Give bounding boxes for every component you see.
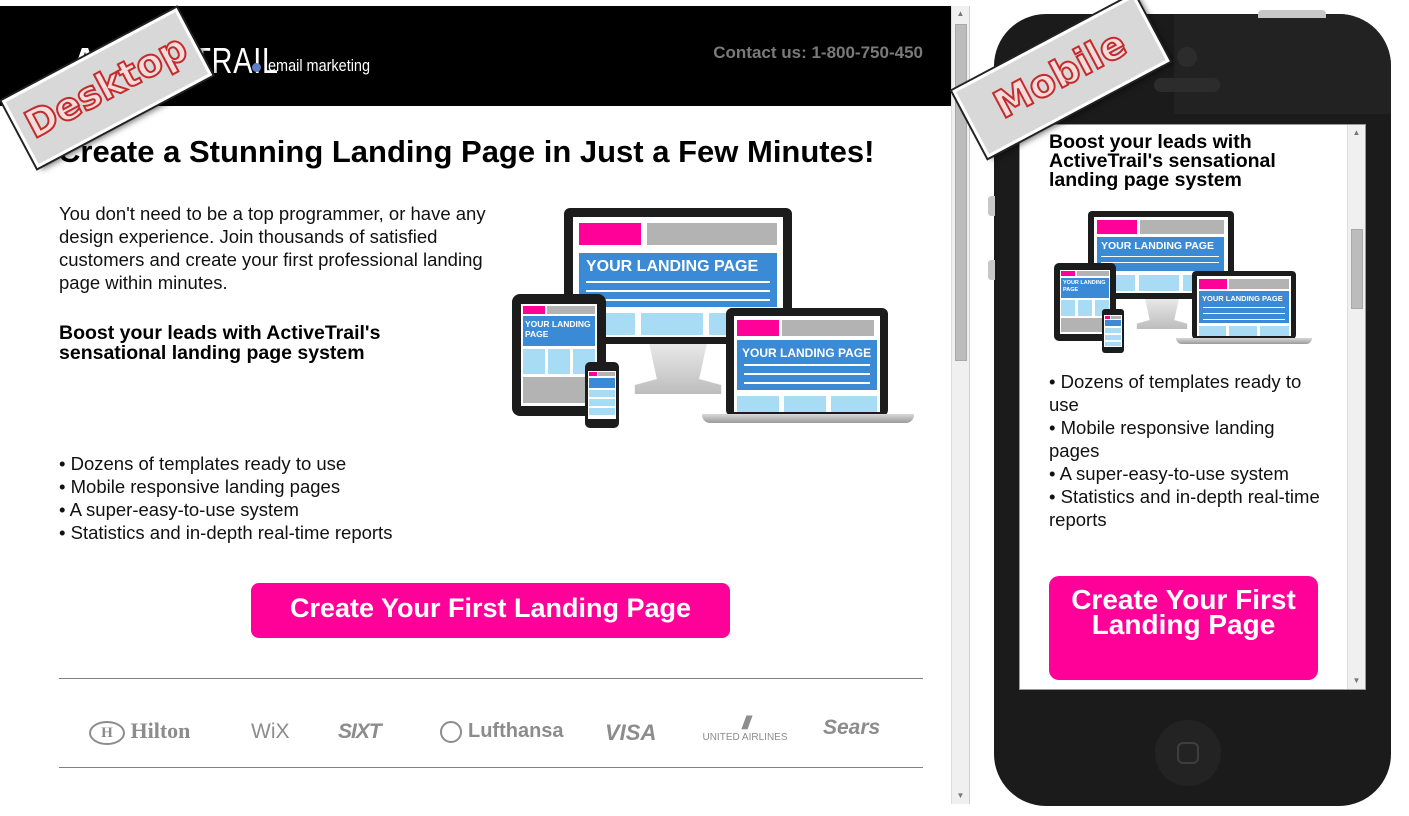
earpiece-speaker bbox=[1154, 78, 1220, 92]
feature-item: • Statistics and in-depth real-time repo… bbox=[1049, 486, 1320, 530]
phone-device bbox=[585, 362, 619, 428]
client-logos: H Hilton WiX SIXT Lufthansa VISA /// UNI… bbox=[59, 706, 923, 766]
mobile-content: Boost your leads with ActiveTrail's sens… bbox=[1020, 125, 1348, 689]
feature-list: • Dozens of templates ready to use • Mob… bbox=[59, 452, 392, 544]
mobile-screen: Boost your leads with ActiveTrail's sens… bbox=[1019, 124, 1366, 690]
lufthansa-crane-icon bbox=[440, 720, 462, 743]
comparison-stage: ACTIVETRAIL email marketing Contact us: … bbox=[0, 0, 1409, 816]
home-square-icon bbox=[1177, 742, 1199, 764]
mobile-devices-illustration: YOUR LANDING PAGE YOUR LANDING PAGE YOUR… bbox=[1054, 211, 1316, 353]
intro-paragraph: You don't need to be a top programmer, o… bbox=[59, 203, 486, 293]
laptop-base bbox=[702, 414, 914, 423]
mobile-subheading: Boost your leads with ActiveTrail's sens… bbox=[1049, 131, 1276, 191]
brand-logo-sears: Sears bbox=[823, 716, 881, 739]
feature-item: • Statistics and in-depth real-time repo… bbox=[59, 522, 393, 543]
feature-item: • Mobile responsive landing pages bbox=[59, 476, 341, 497]
divider-top bbox=[59, 678, 923, 679]
feature-item: • A super-easy-to-use system bbox=[1049, 463, 1289, 484]
brand-logo-wix: WiX bbox=[251, 720, 290, 743]
brand-logo-visa: VISA bbox=[605, 720, 657, 745]
mute-switch bbox=[988, 196, 995, 216]
desktop-scrollbar[interactable]: ▲ ▼ bbox=[951, 6, 969, 804]
brand-name: Hilton bbox=[130, 718, 191, 743]
laptop-screen-text: YOUR LANDING PAGE bbox=[742, 346, 872, 360]
monitor-stand bbox=[1136, 299, 1188, 329]
feature-item: • Mobile responsive landing pages bbox=[1049, 417, 1275, 461]
laptop-screen-text: YOUR LANDING PAGE bbox=[1202, 294, 1283, 303]
mobile-phone-frame: Boost your leads with ActiveTrail's sens… bbox=[988, 10, 1391, 806]
scroll-thumb[interactable] bbox=[1351, 229, 1363, 309]
create-landing-page-button[interactable]: Create Your First Landing Page bbox=[251, 583, 730, 638]
logo-tagline: email marketing bbox=[268, 56, 370, 75]
contact-phone[interactable]: Contact us: 1-800-750-450 bbox=[713, 43, 923, 63]
feature-item: • Dozens of templates ready to use bbox=[1049, 371, 1302, 415]
responsive-devices-illustration: YOUR LANDING PAGE YOUR LANDING PAGE YOUR… bbox=[510, 202, 920, 432]
brand-name: UNITED AIRLINES bbox=[702, 732, 788, 743]
mobile-scrollbar[interactable]: ▲ ▼ bbox=[1347, 125, 1365, 689]
front-camera-icon bbox=[1177, 47, 1197, 67]
brand-logo-lufthansa: Lufthansa bbox=[440, 720, 564, 743]
divider-bottom bbox=[59, 767, 923, 768]
power-button bbox=[1258, 10, 1326, 18]
phone-device bbox=[1102, 309, 1124, 353]
mobile-create-landing-page-button[interactable]: Create Your First Landing Page bbox=[1049, 576, 1318, 680]
monitor-stand bbox=[634, 344, 722, 394]
desktop-view: ACTIVETRAIL email marketing Contact us: … bbox=[0, 6, 970, 804]
mobile-feature-list: • Dozens of templates ready to use • Mob… bbox=[1049, 370, 1329, 531]
scroll-down-arrow[interactable]: ▼ bbox=[952, 788, 969, 804]
phone-glare bbox=[1174, 14, 1391, 114]
scroll-up-arrow[interactable]: ▲ bbox=[952, 6, 969, 22]
home-button[interactable] bbox=[1155, 720, 1221, 786]
volume-button bbox=[988, 260, 995, 280]
monitor-screen-text: YOUR LANDING PAGE bbox=[586, 258, 759, 275]
scroll-down-arrow[interactable]: ▼ bbox=[1348, 673, 1365, 689]
laptop-base bbox=[1176, 338, 1312, 344]
brand-logo-sixt: SIXT bbox=[338, 720, 382, 743]
brand-logo-united: /// UNITED AIRLINES bbox=[698, 714, 792, 744]
page-title: Create a Stunning Landing Page in Just a… bbox=[58, 134, 875, 169]
logo-dot-icon bbox=[252, 63, 261, 72]
united-tulip-icon: /// bbox=[741, 713, 751, 733]
hilton-emblem-icon: H bbox=[89, 720, 125, 745]
scroll-up-arrow[interactable]: ▲ bbox=[1348, 125, 1365, 141]
laptop-device: YOUR LANDING PAGE bbox=[726, 308, 888, 416]
subheading: Boost your leads with ActiveTrail's sens… bbox=[59, 322, 381, 364]
feature-item: • A super-easy-to-use system bbox=[59, 499, 299, 520]
laptop-device: YOUR LANDING PAGE bbox=[1192, 271, 1296, 339]
brand-logo-hilton: H Hilton bbox=[89, 718, 190, 745]
tablet-screen-text: YOUR LANDING PAGE bbox=[525, 319, 591, 339]
monitor-screen-text: YOUR LANDING PAGE bbox=[1101, 240, 1214, 252]
feature-item: • Dozens of templates ready to use bbox=[59, 453, 347, 474]
scroll-thumb[interactable] bbox=[955, 24, 967, 361]
brand-name: Lufthansa bbox=[468, 720, 564, 742]
tablet-screen-text: YOUR LANDING PAGE bbox=[1063, 280, 1106, 293]
